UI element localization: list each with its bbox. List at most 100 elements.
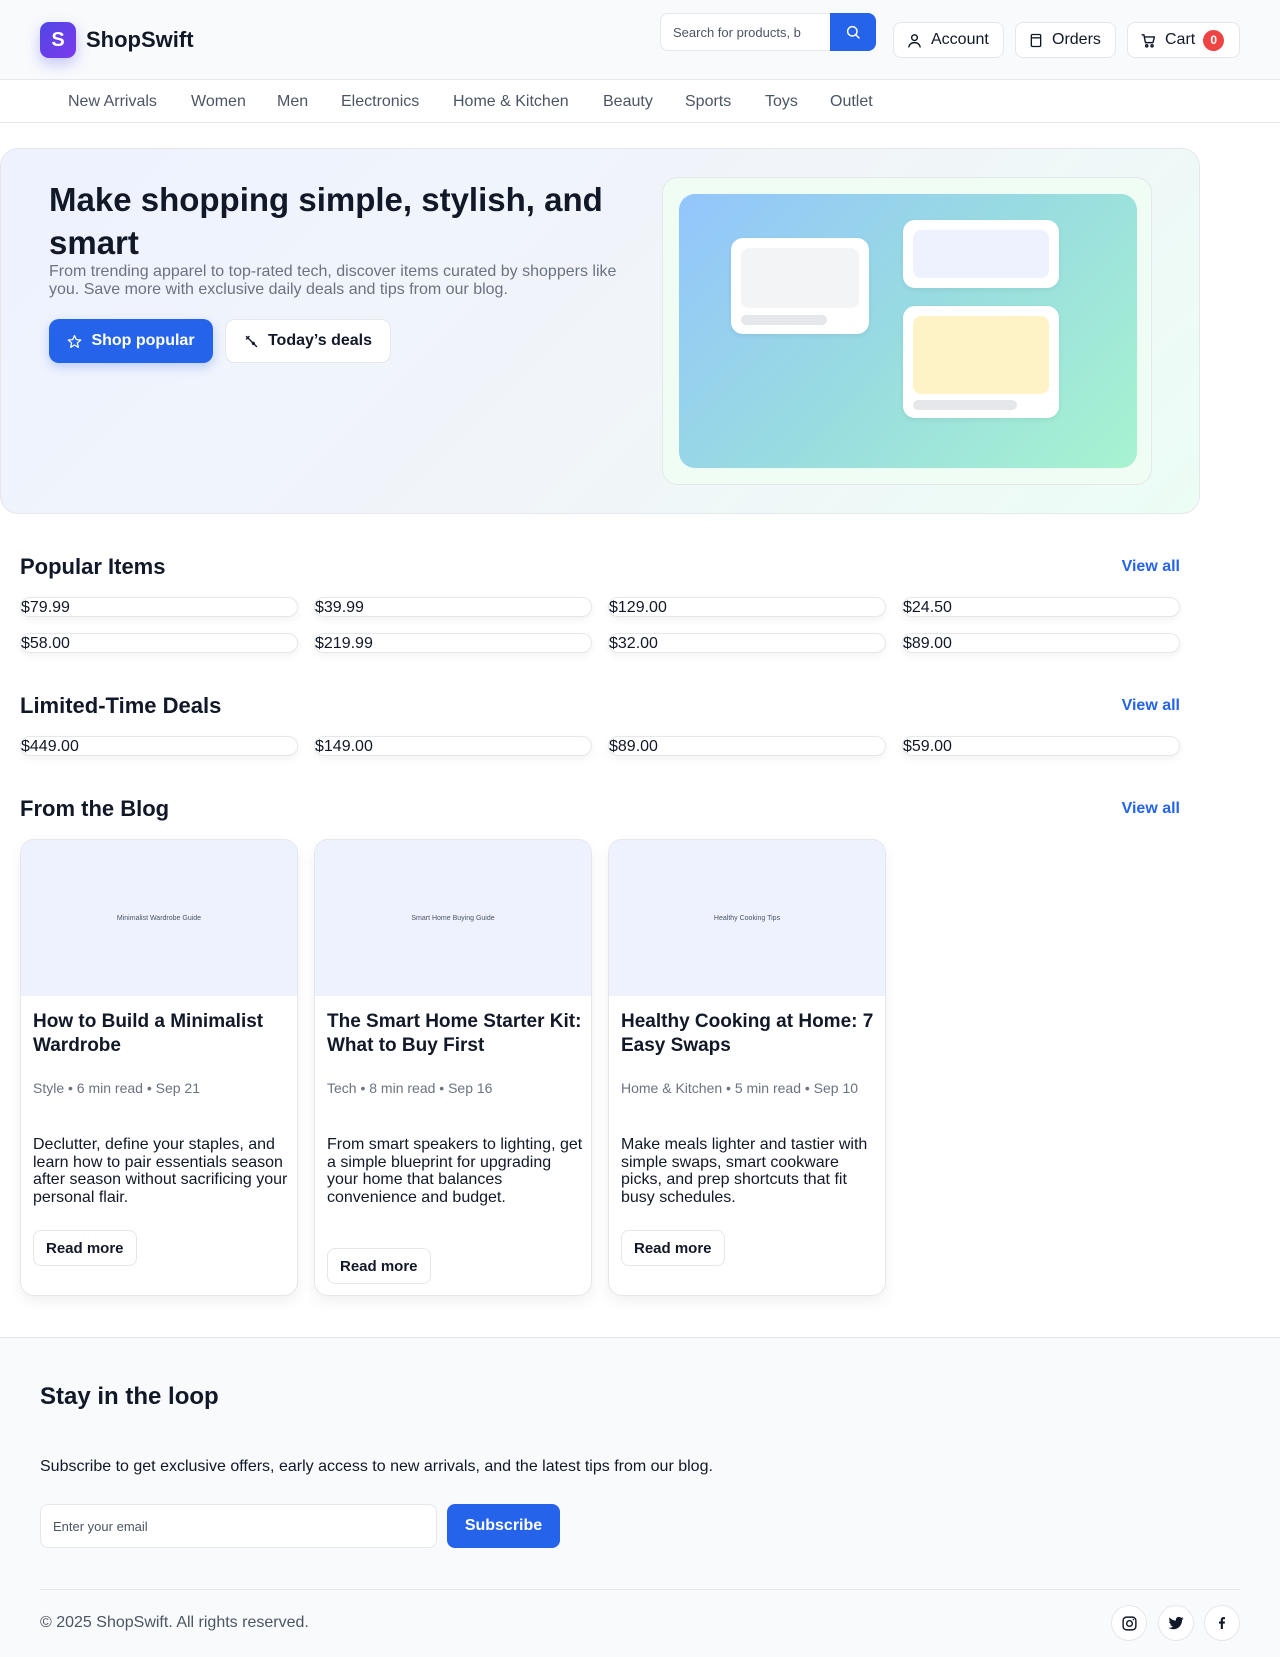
illustration-line [913,400,1017,410]
blog-image: Healthy Cooking Tips [609,840,885,996]
read-more-button[interactable]: Read more [621,1230,725,1266]
copyright-text: © 2025 ShopSwift. All rights reserved. [40,1614,309,1631]
search-icon [846,25,860,39]
deal-price: $149.00 [315,738,373,755]
shop-popular-label: Shop popular [91,332,195,349]
todays-deals-button[interactable]: Today’s deals [225,319,391,363]
account-button[interactable]: Account [893,22,1004,58]
read-more-button[interactable]: Read more [327,1248,431,1284]
nav-item-electronics[interactable]: Electronics [341,93,419,111]
blog-image: Smart Home Buying Guide [315,840,591,996]
deals-title: Limited-Time Deals [20,693,222,718]
deal-card[interactable]: $149.00 [314,736,592,756]
footer-divider [40,1589,1240,1590]
product-price: $129.00 [609,599,667,616]
product-card[interactable]: $129.00 [608,597,886,617]
blog-post-title[interactable]: How to Build a Minimalist Wardrobe [33,1010,289,1058]
hero-banner: Make shopping simple, stylish, and smart… [0,148,1200,514]
deal-card[interactable]: $59.00 [902,736,1180,756]
product-price: $89.00 [903,635,952,652]
instagram-button[interactable] [1111,1605,1147,1641]
nav-item-women[interactable]: Women [191,93,246,111]
facebook-icon [1219,1617,1225,1629]
nav-item-sports[interactable]: Sports [685,93,731,111]
site-header: S ShopSwift Account Orders Cart 0 [0,0,1280,80]
product-card[interactable]: $89.00 [902,633,1180,653]
deal-price: $449.00 [21,738,79,755]
facebook-button[interactable] [1204,1605,1240,1641]
popular-view-all-link[interactable]: View all [1122,558,1180,576]
receipt-icon [1030,33,1042,47]
twitter-button[interactable] [1158,1605,1194,1641]
email-input[interactable] [40,1504,437,1548]
todays-deals-label: Today’s deals [267,332,373,349]
blog-post-title[interactable]: Healthy Cooking at Home: 7 Easy Swaps [621,1010,877,1058]
illustration-card [903,306,1059,418]
brand-logo[interactable]: S ShopSwift [40,22,194,58]
cart-icon [1141,33,1156,48]
nav-item-toys[interactable]: Toys [765,93,798,111]
cart-count-badge: 0 [1203,29,1225,51]
logo-mark: S [40,22,76,58]
account-label: Account [931,31,989,48]
subscribe-button[interactable]: Subscribe [447,1504,560,1548]
nav-item-home-kitchen[interactable]: Home & Kitchen [453,93,569,111]
illustration-line [741,315,827,325]
search-bar [660,13,876,51]
blog-post-excerpt: From smart speakers to lighting, get a s… [327,1136,583,1206]
nav-item-outlet[interactable]: Outlet [830,93,873,111]
blog-card: Healthy Cooking Tips Healthy Cooking at … [608,839,886,1296]
orders-button[interactable]: Orders [1015,22,1116,58]
nav-item-beauty[interactable]: Beauty [603,93,653,111]
brand-name: ShopSwift [86,27,194,52]
blog-card: Smart Home Buying Guide The Smart Home S… [314,839,592,1296]
newsletter-title: Stay in the loop [40,1383,219,1410]
nav-item-men[interactable]: Men [277,93,308,111]
nav-item-new-arrivals[interactable]: New Arrivals [68,93,157,111]
illustration-block [741,248,859,308]
hero-illustration [662,177,1152,485]
product-price: $39.99 [315,599,364,616]
product-card[interactable]: $24.50 [902,597,1180,617]
hero-subtitle: From trending apparel to top-rated tech,… [49,263,617,299]
product-card[interactable]: $79.99 [20,597,298,617]
instagram-icon [1121,1615,1137,1631]
blog-post-meta: Tech • 8 min read • Sep 16 [327,1080,493,1096]
blog-card: Minimalist Wardrobe Guide How to Build a… [20,839,298,1296]
blog-post-meta: Home & Kitchen • 5 min read • Sep 10 [621,1080,859,1096]
category-nav: New Arrivals Women Men Electronics Home … [0,81,1280,123]
blog-title: From the Blog [20,796,170,821]
product-card[interactable]: $58.00 [20,633,298,653]
product-price: $32.00 [609,635,658,652]
search-button[interactable] [830,13,876,51]
blog-image: Minimalist Wardrobe Guide [21,840,297,996]
illustration-card [903,220,1059,288]
product-price: $79.99 [21,599,70,616]
hero-illustration-canvas [679,194,1137,468]
tag-icon [245,335,258,347]
shop-popular-button[interactable]: Shop popular [49,319,213,363]
deal-card[interactable]: $449.00 [20,736,298,756]
site-footer: Stay in the loop Subscribe to get exclus… [0,1337,1280,1657]
illustration-block [913,316,1049,394]
product-price: $219.99 [315,635,373,652]
cart-label: Cart [1165,31,1196,48]
product-card[interactable]: $219.99 [314,633,592,653]
blog-post-title[interactable]: The Smart Home Starter Kit: What to Buy … [327,1010,583,1058]
orders-label: Orders [1052,31,1101,48]
popular-items-title: Popular Items [20,554,166,579]
hero-title: Make shopping simple, stylish, and smart [49,181,603,261]
illustration-card [731,238,869,334]
blog-view-all-link[interactable]: View all [1122,800,1180,818]
illustration-block [913,230,1049,278]
deal-card[interactable]: $89.00 [608,736,886,756]
product-card[interactable]: $39.99 [314,597,592,617]
blog-post-excerpt: Make meals lighter and tastier with simp… [621,1136,868,1206]
product-card[interactable]: $32.00 [608,633,886,653]
cart-button[interactable]: Cart 0 [1127,22,1240,58]
search-input[interactable] [660,13,830,51]
deals-view-all-link[interactable]: View all [1122,697,1180,715]
read-more-button[interactable]: Read more [33,1230,137,1266]
user-icon [908,33,921,48]
star-icon [68,334,82,348]
